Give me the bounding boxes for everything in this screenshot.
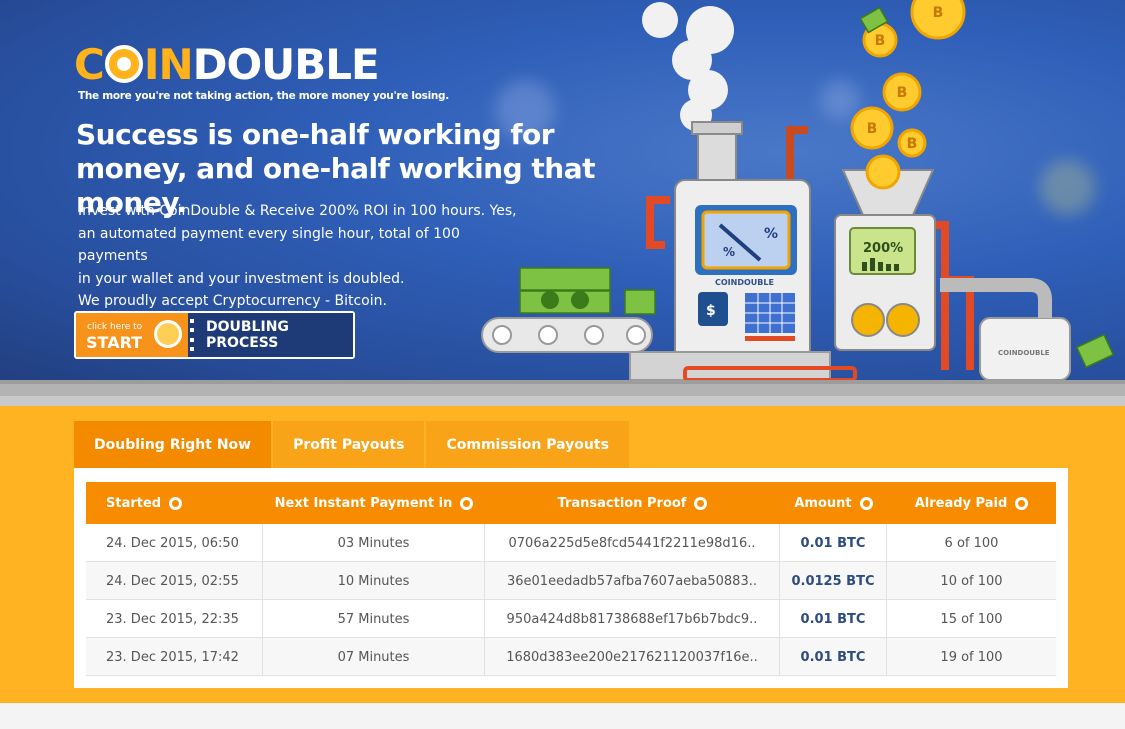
doubling-table: Started Next Instant Payment in Transact… — [86, 482, 1056, 676]
cta-label: DOUBLING PROCESS — [196, 313, 353, 357]
svg-text:B: B — [897, 85, 908, 101]
header-already-paid-label: Already Paid — [914, 495, 1008, 511]
hero-description-line: We proudly accept Cryptocurrency - Bitco… — [78, 293, 387, 309]
table-row: 23. Dec 2015, 22:35 57 Minutes 950a424d8… — [86, 600, 1056, 638]
tab-profit-payouts[interactable]: Profit Payouts — [273, 421, 425, 468]
header-next-payment[interactable]: Next Instant Payment in — [263, 482, 485, 524]
cell-started: 24. Dec 2015, 02:55 — [86, 562, 263, 600]
cta-start-text: START — [86, 333, 143, 352]
header-already-paid[interactable]: Already Paid — [887, 482, 1056, 524]
cell-next-payment: 07 Minutes — [263, 638, 485, 676]
cta-divider — [188, 313, 196, 357]
svg-text:B: B — [933, 5, 944, 21]
table-row: 23. Dec 2015, 17:42 07 Minutes 1680d383e… — [86, 638, 1056, 676]
logo-coin-icon — [104, 45, 143, 83]
sort-icon — [859, 496, 873, 510]
cell-amount: 0.01 BTC — [780, 600, 887, 638]
cell-next-payment: 57 Minutes — [263, 600, 485, 638]
header-transaction-proof-label: Transaction Proof — [557, 495, 687, 511]
cell-already-paid: 19 of 100 — [940, 649, 1003, 665]
logo[interactable]: C INDOUBLE — [74, 40, 380, 89]
start-doubling-button[interactable]: click here to START DOUBLING PROCESS — [74, 311, 355, 359]
table-row: 24. Dec 2015, 06:50 03 Minutes 0706a225d… — [86, 524, 1056, 562]
payout-tabs: Doubling Right Now Profit Payouts Commis… — [74, 421, 631, 468]
tab-commission-payouts[interactable]: Commission Payouts — [426, 421, 629, 468]
cell-started: 23. Dec 2015, 22:35 — [86, 600, 263, 638]
header-amount-label: Amount — [794, 495, 852, 511]
cell-amount: 0.0125 BTC — [780, 562, 887, 600]
barrel-brand-label: COINDOUBLE — [998, 349, 1050, 357]
logo-letters-double: DOUBLE — [192, 40, 380, 89]
cta-small-text: click here to — [87, 322, 143, 332]
cell-transaction-proof[interactable]: 1680d383ee200e217621120037f16e.. — [485, 638, 780, 676]
payouts-section: Doubling Right Now Profit Payouts Commis… — [0, 406, 1125, 703]
tab-doubling-right-now[interactable]: Doubling Right Now — [74, 421, 272, 468]
header-transaction-proof[interactable]: Transaction Proof — [485, 482, 780, 524]
header-started[interactable]: Started — [86, 482, 263, 524]
table-row: 24. Dec 2015, 02:55 10 Minutes 36e01eeda… — [86, 562, 1056, 600]
hero-description-line: in your wallet and your investment is do… — [78, 270, 405, 287]
coin-icon — [154, 320, 182, 348]
machine-brand-label: COINDOUBLE — [715, 278, 774, 287]
money-machine-illustration: % % COINDOUBLE $ 200% COINDOUBLE B B B B… — [481, 0, 1115, 380]
footer-band — [0, 703, 1125, 729]
cell-already-paid: 10 of 100 — [940, 573, 1003, 589]
header-started-label: Started — [106, 495, 162, 511]
table-panel: Started Next Instant Payment in Transact… — [74, 468, 1068, 688]
cell-amount: 0.01 BTC — [780, 524, 887, 562]
logo-letter-c: C — [74, 40, 105, 89]
table-header: Started Next Instant Payment in Transact… — [86, 482, 1056, 524]
hero-description-line: an automated payment every single hour, … — [78, 225, 460, 265]
tagline: The more you're not taking action, the m… — [78, 90, 449, 102]
svg-text:B: B — [875, 33, 886, 49]
sort-icon — [1015, 496, 1029, 510]
start-section[interactable]: click here to START — [76, 313, 188, 357]
floor-strip — [0, 380, 1125, 406]
smoke-icon — [642, 2, 734, 131]
svg-text:B: B — [907, 136, 918, 152]
logo-letters-in: IN — [143, 40, 194, 89]
sort-icon — [169, 496, 183, 510]
dial-label: % — [764, 226, 778, 242]
cell-started: 24. Dec 2015, 06:50 — [86, 524, 263, 562]
cell-transaction-proof[interactable]: 950a424d8b81738688ef17b6b7bdc9.. — [485, 600, 780, 638]
cell-next-payment: 10 Minutes — [263, 562, 485, 600]
cell-already-paid: 6 of 100 — [944, 535, 999, 551]
cell-next-payment: 03 Minutes — [263, 524, 485, 562]
dollar-icon: $ — [706, 303, 716, 319]
svg-text:B: B — [867, 121, 878, 137]
cell-started: 23. Dec 2015, 17:42 — [86, 638, 263, 676]
hero-description: Invest with CoinDouble & Receive 200% RO… — [78, 200, 528, 313]
header-next-payment-label: Next Instant Payment in — [274, 495, 453, 511]
screen-label: 200% — [863, 241, 903, 256]
dial-label-2: % — [723, 245, 735, 259]
cell-transaction-proof[interactable]: 0706a225d5e8fcd5441f2211e98d16.. — [485, 524, 780, 562]
hero-banner: C INDOUBLE The more you're not taking act… — [0, 0, 1125, 380]
table-body: 24. Dec 2015, 06:50 03 Minutes 0706a225d… — [86, 524, 1056, 676]
cell-amount: 0.01 BTC — [780, 638, 887, 676]
hero-description-line: Invest with CoinDouble & Receive 200% RO… — [78, 203, 517, 219]
cell-transaction-proof[interactable]: 36e01eedadb57afba7607aeba50883.. — [485, 562, 780, 600]
header-amount[interactable]: Amount — [780, 482, 887, 524]
sort-icon — [460, 496, 474, 510]
cell-already-paid: 15 of 100 — [940, 611, 1003, 627]
sort-icon — [694, 496, 708, 510]
